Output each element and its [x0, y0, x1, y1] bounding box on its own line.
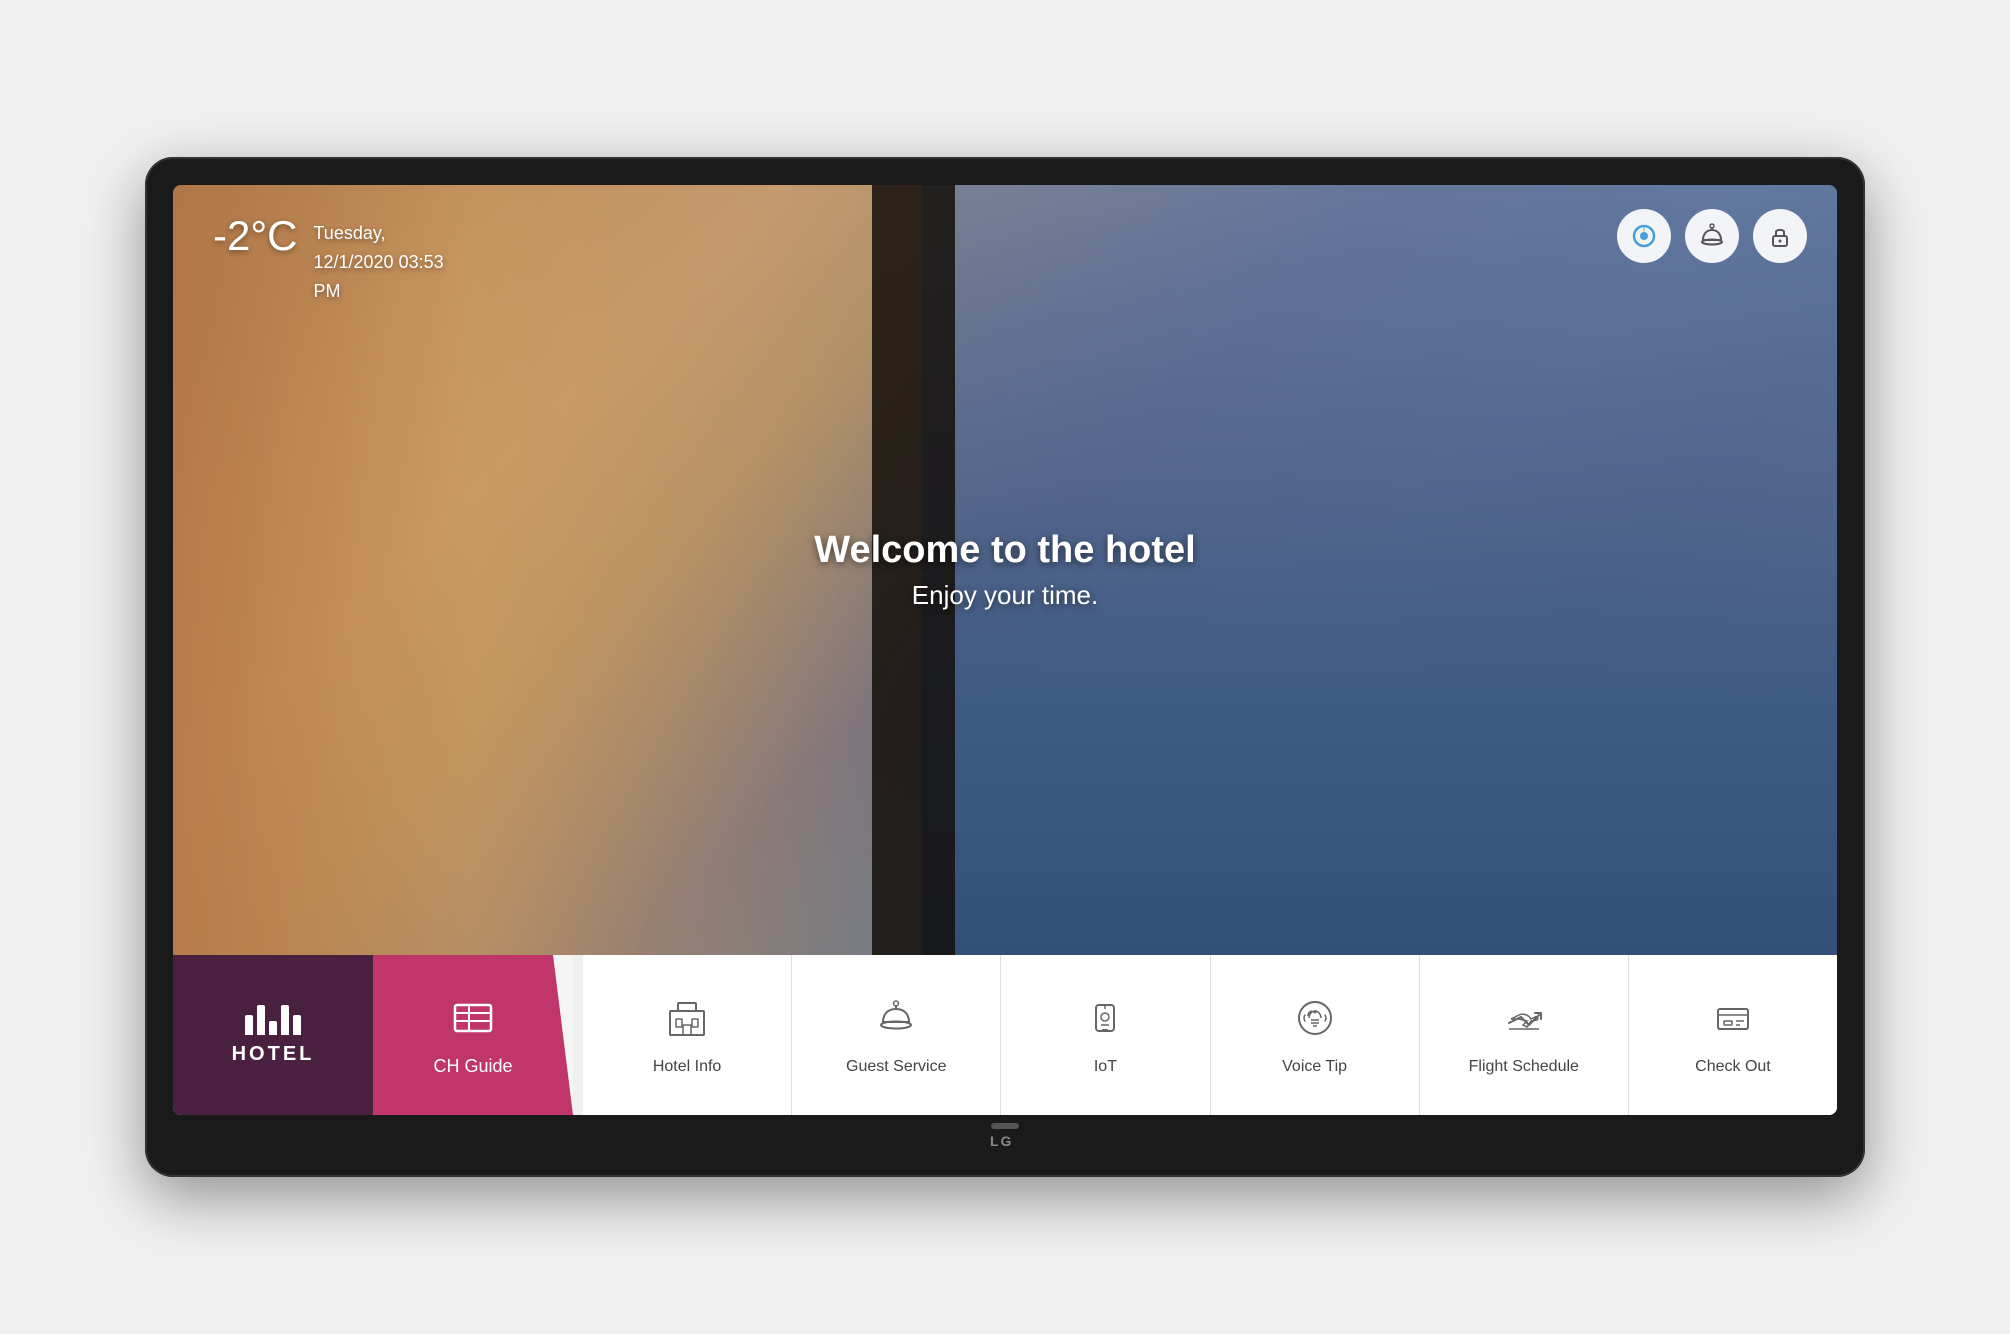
ch-guide-button[interactable]: CH Guide: [373, 955, 573, 1115]
voice-icon: [1292, 995, 1338, 1046]
nav-items: Hotel Info Guest Service: [573, 955, 1837, 1115]
day-label: Tuesday,: [313, 219, 443, 248]
svg-text:LG: LG: [990, 1133, 1013, 1149]
bar4: [281, 1005, 289, 1035]
top-right-icons: [1617, 209, 1807, 263]
lock-button[interactable]: [1753, 209, 1807, 263]
clean-icon: [1698, 222, 1726, 250]
bar3: [269, 1021, 277, 1035]
iot-button[interactable]: IoT: [1001, 955, 1210, 1115]
temperature-display: -2°C: [213, 215, 297, 257]
welcome-title: Welcome to the hotel: [814, 529, 1195, 572]
nav-bar: HOTEL CH Guide: [173, 955, 1837, 1115]
tv-outer: -2°C Tuesday, 12/1/2020 03:53 PM: [145, 157, 1865, 1177]
flight-schedule-label: Flight Schedule: [1469, 1058, 1579, 1076]
lg-logo: LG: [990, 1133, 1020, 1149]
flight-schedule-button[interactable]: Flight Schedule: [1420, 955, 1629, 1115]
clean-button[interactable]: [1685, 209, 1739, 263]
welcome-text: Welcome to the hotel Enjoy your time.: [814, 529, 1195, 611]
hotel-info-label: Hotel Info: [653, 1058, 721, 1076]
alexa-icon: [1630, 222, 1658, 250]
hotel-bars-icon: [245, 1005, 301, 1035]
tv-screen: -2°C Tuesday, 12/1/2020 03:53 PM: [173, 185, 1837, 1115]
service-icon: [873, 995, 919, 1046]
tv-bottom-bezel: LG: [990, 1121, 1020, 1149]
check-out-button[interactable]: Check Out: [1629, 955, 1837, 1115]
tv-indicator-light: [991, 1123, 1019, 1129]
guest-service-button[interactable]: Guest Service: [792, 955, 1001, 1115]
hotel-logo-section: HOTEL: [173, 955, 373, 1115]
voice-tip-label: Voice Tip: [1282, 1058, 1347, 1076]
alexa-button[interactable]: [1617, 209, 1671, 263]
tv-brand-label: LG: [990, 1133, 1020, 1149]
ch-guide-label: CH Guide: [433, 1056, 512, 1077]
period-label: PM: [313, 277, 443, 306]
hotel-label: HOTEL: [232, 1043, 315, 1066]
building-icon: [664, 995, 710, 1046]
iot-label: IoT: [1094, 1058, 1117, 1076]
checkout-icon: [1710, 995, 1756, 1046]
hotel-info-button[interactable]: Hotel Info: [583, 955, 792, 1115]
top-left-info: -2°C Tuesday, 12/1/2020 03:53 PM: [213, 215, 444, 305]
check-out-label: Check Out: [1695, 1058, 1771, 1076]
bar2: [257, 1005, 265, 1035]
flight-icon: [1501, 995, 1547, 1046]
bar1: [245, 1015, 253, 1035]
guest-service-label: Guest Service: [846, 1058, 946, 1076]
ch-guide-icon: [449, 993, 497, 1046]
date-time-label: 12/1/2020 03:53: [313, 248, 443, 277]
lock-icon: [1766, 222, 1794, 250]
iot-icon: [1082, 995, 1128, 1046]
bar5: [293, 1015, 301, 1035]
welcome-subtitle: Enjoy your time.: [814, 580, 1195, 611]
datetime-display: Tuesday, 12/1/2020 03:53 PM: [313, 215, 443, 305]
voice-tip-button[interactable]: Voice Tip: [1211, 955, 1420, 1115]
